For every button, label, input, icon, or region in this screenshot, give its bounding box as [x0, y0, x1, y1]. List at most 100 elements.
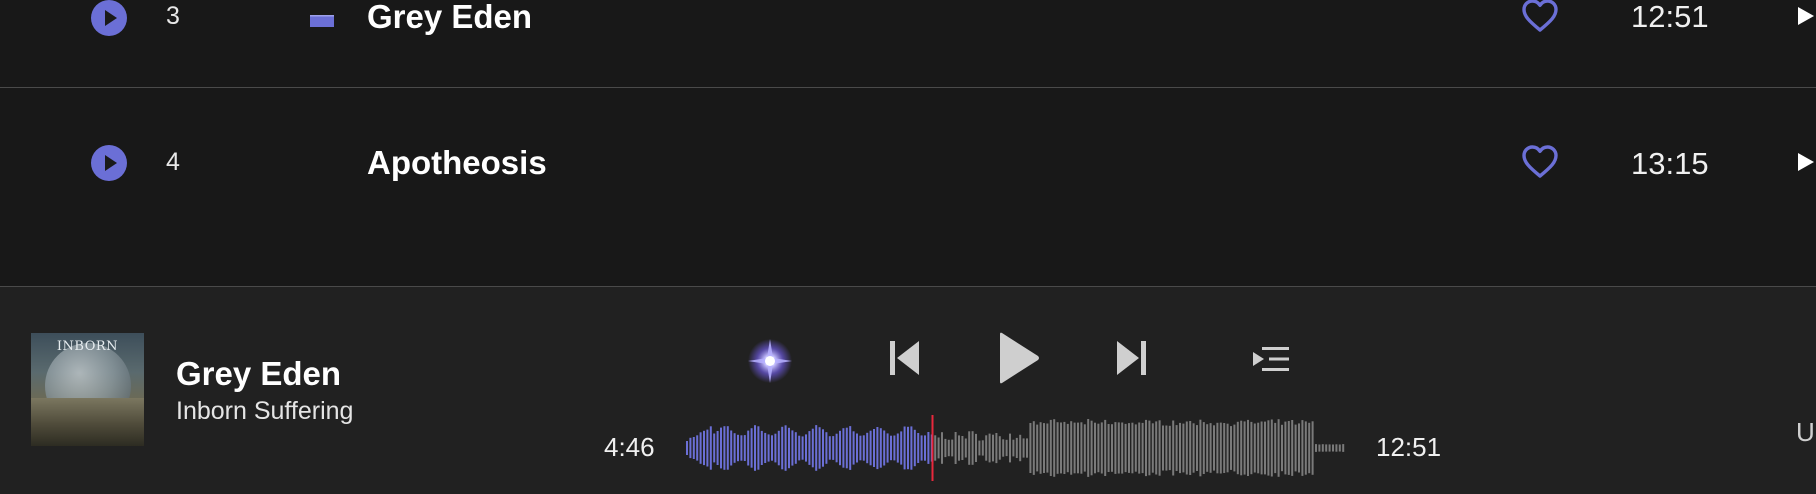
track-row[interactable]: 4 Apotheosis 13:15 [0, 89, 1816, 236]
waveform-bar [937, 437, 940, 459]
waveform-bar [771, 435, 773, 461]
waveform-bar [1189, 421, 1192, 475]
waveform-bar [686, 441, 688, 455]
waveform-bar [1083, 424, 1086, 472]
waveform-bar [1145, 419, 1147, 477]
waveform-bar [1291, 420, 1294, 476]
track-title[interactable]: Grey Eden [367, 0, 532, 36]
waveform-bar [1015, 437, 1018, 458]
waveform-bar [1342, 444, 1345, 452]
waveform-bar [1243, 421, 1246, 475]
waveform-bar [1202, 422, 1205, 474]
waveform-bar [910, 426, 913, 470]
waveform-bar [767, 434, 770, 462]
track-duration: 12:51 [1631, 0, 1709, 34]
waveform-bar [913, 429, 916, 467]
waveform-bar [747, 430, 750, 466]
now-playing-artist[interactable]: Inborn Suffering [176, 397, 353, 426]
waveform-bar [1141, 422, 1144, 474]
waveform-bar [1301, 420, 1304, 476]
album-cover[interactable]: INBORN [31, 333, 144, 446]
now-playing-title[interactable]: Grey Eden [176, 355, 341, 393]
track-row[interactable]: 3 Grey Eden 12:51 [0, 0, 1816, 88]
edge-label: U [1796, 417, 1815, 447]
play-circle-icon[interactable] [91, 145, 127, 181]
waveform-bar [828, 436, 831, 460]
waveform-bar [1077, 422, 1079, 474]
waveform-bar [1026, 438, 1028, 458]
waveform-bar [1267, 420, 1270, 476]
waveform-bar [920, 435, 923, 461]
waveform-bar [743, 435, 746, 461]
waveform-bar [754, 425, 756, 471]
waveform-bar [1257, 422, 1260, 474]
waveform-bar [723, 426, 726, 470]
waveform-bar [978, 440, 981, 456]
total-time: 12:51 [1376, 432, 1442, 462]
waveform-bar [900, 431, 903, 465]
play-icon[interactable] [998, 332, 1040, 384]
waveform-bar [1185, 421, 1188, 475]
waveform-bar [958, 435, 960, 461]
waveform-bar [1287, 421, 1290, 475]
waveform-bar [1175, 425, 1178, 471]
waveform-bar [968, 431, 971, 465]
waveform-bar [1012, 439, 1015, 457]
waveform-bar [713, 433, 716, 463]
waveform-bar [1138, 422, 1141, 474]
waveform-bar [879, 428, 882, 468]
heart-outline-icon[interactable] [1521, 0, 1559, 34]
waveform-bar [835, 433, 838, 463]
waveform-bar [1165, 425, 1168, 471]
waveform-bar [692, 437, 695, 459]
waveform-bar [774, 433, 777, 463]
waveform-bar [1155, 421, 1158, 475]
waveform-bar [1230, 426, 1232, 470]
play-circle-icon[interactable] [91, 0, 127, 36]
waveform-bar [873, 429, 875, 467]
waveform-bar [781, 426, 784, 470]
waveform-bar [1121, 422, 1124, 474]
playhead[interactable] [931, 415, 934, 481]
waveform-bar [924, 435, 926, 461]
waveform-bar [1281, 424, 1283, 472]
equalizer-icon [310, 15, 334, 27]
play-arrow-icon[interactable] [1795, 5, 1816, 27]
waveform-bar [1111, 424, 1113, 472]
waveform-bar [862, 435, 865, 461]
waveform-bar [1087, 419, 1090, 477]
skip-next-icon[interactable] [1114, 339, 1148, 377]
waveform-bar [988, 433, 991, 463]
play-arrow-icon[interactable] [1795, 151, 1816, 173]
waveform-bar [852, 431, 855, 465]
waveform-bar [1226, 423, 1229, 473]
waveform-bar [859, 435, 862, 461]
waveform-bar [917, 433, 920, 463]
waveform-bar [716, 431, 719, 465]
waveform-bar [737, 434, 739, 462]
waveform-bar [883, 430, 886, 466]
waveform-bar [1328, 444, 1331, 452]
waveform-bar [784, 425, 787, 471]
waveform-bar [1090, 420, 1093, 476]
waveform-bar [1172, 420, 1175, 476]
waveform-bar [1168, 425, 1171, 471]
skip-previous-icon[interactable] [888, 339, 922, 377]
heart-outline-icon[interactable] [1521, 144, 1559, 180]
waveform-bar [822, 429, 824, 467]
sparkle-icon[interactable] [744, 335, 796, 387]
waveform-bar [1338, 444, 1341, 452]
waveform-bar [985, 435, 988, 461]
waveform-bar [1100, 422, 1103, 474]
waveform-bar [1335, 444, 1338, 452]
waveform-seekbar[interactable] [686, 415, 1346, 481]
queue-icon[interactable] [1252, 346, 1290, 372]
current-time: 4:46 [604, 432, 655, 462]
waveform-bar [971, 431, 974, 465]
waveform-bar [750, 428, 753, 468]
waveform-bar [730, 430, 733, 466]
track-title[interactable]: Apotheosis [367, 144, 547, 182]
waveform-bar [1029, 423, 1032, 473]
track-number: 3 [166, 2, 180, 30]
waveform-bar [839, 430, 841, 466]
